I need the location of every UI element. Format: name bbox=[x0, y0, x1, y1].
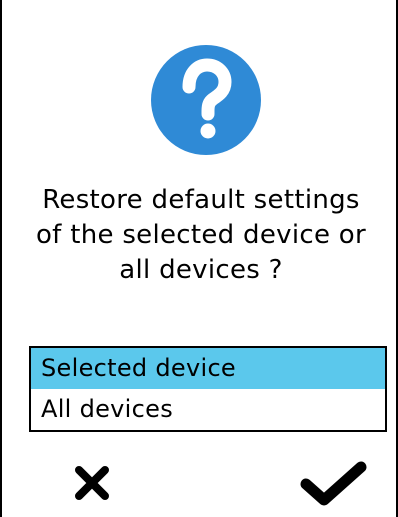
device-option-list: Selected device All devices bbox=[29, 346, 387, 432]
confirm-button[interactable] bbox=[297, 458, 369, 508]
prompt-line-3: all devices ? bbox=[119, 255, 283, 285]
dialog-prompt: Restore default settings of the selected… bbox=[22, 183, 380, 288]
checkmark-icon bbox=[300, 461, 367, 506]
option-all-devices[interactable]: All devices bbox=[31, 389, 385, 430]
option-selected-device[interactable]: Selected device bbox=[31, 348, 385, 389]
prompt-line-2: of the selected device or bbox=[35, 220, 367, 250]
dialog-frame: Restore default settings of the selected… bbox=[0, 0, 398, 517]
cancel-button[interactable] bbox=[65, 458, 119, 508]
question-mark-icon bbox=[151, 45, 261, 155]
close-icon bbox=[75, 466, 109, 500]
prompt-line-1: Restore default settings bbox=[42, 185, 360, 215]
